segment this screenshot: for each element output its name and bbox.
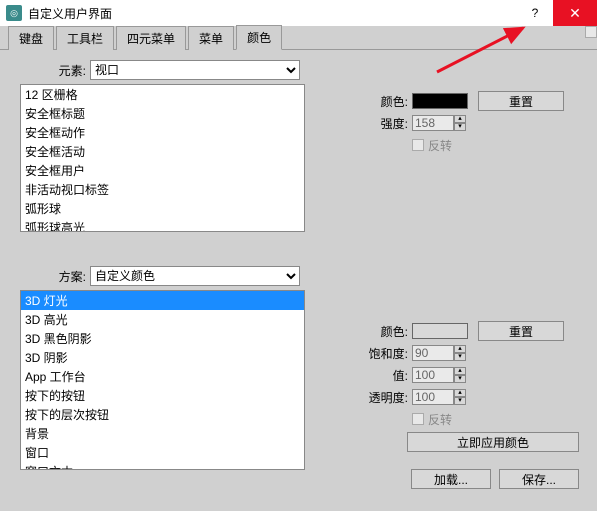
load-button[interactable]: 加载... bbox=[411, 469, 491, 489]
reset-button-lower[interactable]: 重置 bbox=[478, 321, 564, 341]
saturation-input[interactable] bbox=[412, 345, 454, 361]
list-item[interactable]: 3D 灯光 bbox=[21, 291, 304, 310]
tab-quadmenu[interactable]: 四元菜单 bbox=[116, 26, 186, 50]
apply-color-button[interactable]: 立即应用颜色 bbox=[407, 432, 579, 452]
scheme-label: 方案: bbox=[20, 268, 90, 285]
list-item[interactable]: 安全框用户 bbox=[21, 161, 304, 180]
element-listbox[interactable]: 12 区栅格安全框标题安全框动作安全框活动安全框用户非活动视口标签弧形球弧形球高… bbox=[20, 84, 305, 232]
list-item[interactable]: 非活动视口标签 bbox=[21, 180, 304, 199]
color-swatch-2[interactable] bbox=[412, 323, 468, 339]
invert-checkbox-upper: 反转 bbox=[412, 137, 452, 154]
list-item[interactable]: 按下的按钮 bbox=[21, 386, 304, 405]
tab-color[interactable]: 颜色 bbox=[236, 25, 282, 50]
bottom-buttons: 加载... 保存... bbox=[411, 469, 579, 489]
scheme-listbox[interactable]: 3D 灯光3D 高光3D 黑色阴影3D 阴影App 工作台按下的按钮按下的层次按… bbox=[20, 290, 305, 470]
lower-properties: 颜色: 重置 饱和度: ▴▾ 值: ▴▾ 透明度: ▴▾ 反转 bbox=[360, 320, 564, 430]
spin-up-icon[interactable]: ▴ bbox=[454, 389, 466, 397]
intensity-label: 强度: bbox=[360, 115, 412, 132]
intensity-input[interactable] bbox=[412, 115, 454, 131]
list-item[interactable]: 3D 高光 bbox=[21, 310, 304, 329]
list-item[interactable]: 背景 bbox=[21, 424, 304, 443]
value-input[interactable] bbox=[412, 367, 454, 383]
spin-up-icon[interactable]: ▴ bbox=[454, 115, 466, 123]
color-label-2: 颜色: bbox=[360, 323, 412, 340]
list-item[interactable]: 安全框活动 bbox=[21, 142, 304, 161]
invert-label-2: 反转 bbox=[428, 411, 452, 428]
alpha-spinner[interactable]: ▴▾ bbox=[412, 389, 466, 405]
reset-button-upper[interactable]: 重置 bbox=[478, 91, 564, 111]
checkbox-icon bbox=[412, 413, 424, 425]
list-item[interactable]: 3D 黑色阴影 bbox=[21, 329, 304, 348]
spin-up-icon[interactable]: ▴ bbox=[454, 345, 466, 353]
app-icon: ◎ bbox=[6, 5, 22, 21]
list-item[interactable]: App 工作台 bbox=[21, 367, 304, 386]
list-item[interactable]: 弧形球 bbox=[21, 199, 304, 218]
list-item[interactable]: 安全框标题 bbox=[21, 104, 304, 123]
window-title: 自定义用户界面 bbox=[28, 5, 517, 22]
value-label: 值: bbox=[360, 367, 412, 384]
titlebar: ◎ 自定义用户界面 ? ✕ bbox=[0, 0, 597, 26]
element-label: 元素: bbox=[20, 62, 90, 79]
tab-bar: 键盘 工具栏 四元菜单 菜单 颜色 bbox=[0, 26, 597, 50]
scheme-select[interactable]: 自定义颜色 bbox=[90, 266, 300, 286]
list-item[interactable]: 12 区栅格 bbox=[21, 85, 304, 104]
spin-down-icon[interactable]: ▾ bbox=[454, 375, 466, 383]
tab-menu[interactable]: 菜单 bbox=[188, 26, 234, 50]
saturation-spinner[interactable]: ▴▾ bbox=[412, 345, 466, 361]
list-item[interactable]: 安全框动作 bbox=[21, 123, 304, 142]
element-select[interactable]: 视口 bbox=[90, 60, 300, 80]
list-item[interactable]: 按下的层次按钮 bbox=[21, 405, 304, 424]
save-button[interactable]: 保存... bbox=[499, 469, 579, 489]
tab-keyboard[interactable]: 键盘 bbox=[8, 26, 54, 50]
spin-down-icon[interactable]: ▾ bbox=[454, 397, 466, 405]
checkbox-icon bbox=[412, 139, 424, 151]
color-label: 颜色: bbox=[360, 93, 412, 110]
invert-checkbox-lower: 反转 bbox=[412, 411, 452, 428]
upper-properties: 颜色: 重置 强度: ▴▾ 反转 bbox=[360, 90, 564, 156]
list-item[interactable]: 窗口文本 bbox=[21, 462, 304, 470]
spin-up-icon[interactable]: ▴ bbox=[454, 367, 466, 375]
list-item[interactable]: 窗口 bbox=[21, 443, 304, 462]
alpha-label: 透明度: bbox=[360, 389, 412, 406]
overflow-icon bbox=[585, 26, 597, 38]
list-item[interactable]: 弧形球高光 bbox=[21, 218, 304, 232]
spin-down-icon[interactable]: ▾ bbox=[454, 123, 466, 131]
help-button[interactable]: ? bbox=[517, 0, 553, 26]
alpha-input[interactable] bbox=[412, 389, 454, 405]
spin-down-icon[interactable]: ▾ bbox=[454, 353, 466, 361]
list-item[interactable]: 3D 阴影 bbox=[21, 348, 304, 367]
intensity-spinner[interactable]: ▴▾ bbox=[412, 115, 466, 131]
tab-toolbar[interactable]: 工具栏 bbox=[56, 26, 114, 50]
value-spinner[interactable]: ▴▾ bbox=[412, 367, 466, 383]
invert-label: 反转 bbox=[428, 137, 452, 154]
apply-row: 立即应用颜色 bbox=[407, 432, 579, 452]
color-swatch[interactable] bbox=[412, 93, 468, 109]
close-button[interactable]: ✕ bbox=[553, 0, 597, 26]
saturation-label: 饱和度: bbox=[360, 345, 412, 362]
